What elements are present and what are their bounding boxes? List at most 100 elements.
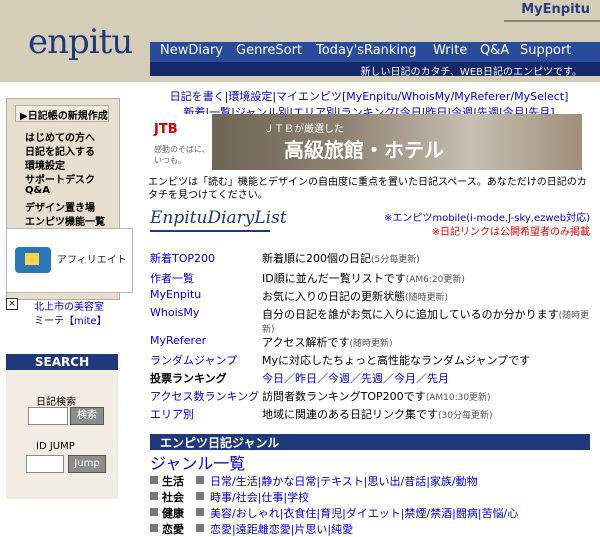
genre-name: 社会: [162, 491, 184, 504]
genre-row: 生活 日常/生活|静かな日常|テキスト|思い出/昔話|家族/動物: [150, 472, 590, 488]
nav-support[interactable]: Support: [520, 43, 571, 58]
genre-name: 生活: [162, 475, 184, 488]
menu-item-functions[interactable]: エンピツ機能一覧: [25, 213, 105, 228]
list-label[interactable]: エリア別: [150, 406, 194, 422]
myenpitu-label: MyEnpitu: [521, 2, 590, 17]
list-row: 投票ランキング 今日／昨日／今週／先週／今月／先月: [150, 370, 590, 386]
link-myenpitu-top[interactable]: マイエンピツ: [276, 90, 342, 103]
genre-title: ジャンル一覧: [150, 454, 246, 473]
bullet-icon: [150, 492, 158, 500]
menu-item-qa[interactable]: Q&A: [25, 185, 50, 196]
link-settings[interactable]: 環境設定: [228, 90, 272, 103]
search-button[interactable]: 検索: [70, 407, 104, 425]
banner-title-small: ＪＴＢが厳選した: [264, 124, 344, 135]
menu-head[interactable]: ▶日記帳の新規作成: [15, 105, 109, 122]
jtb-subtitle: 感動のそばに、いつも。: [154, 145, 210, 165]
genre-name: 恋愛: [162, 523, 184, 536]
nav-write[interactable]: Write: [433, 43, 467, 58]
list-text: 地域に関連のある日記リンク集です(30分毎更新): [262, 408, 493, 421]
id-jump-label: ID JUMP: [36, 441, 75, 452]
list-label[interactable]: MyEnpitu: [150, 288, 201, 301]
nav-qa[interactable]: Q&A: [480, 43, 509, 58]
jtb-logo: JTB: [154, 122, 178, 137]
list-row: アクセス数ランキング 訪問者数ランキングTOP200です(AM10:30更新): [150, 388, 590, 404]
search-header: SEARCH: [6, 354, 118, 370]
jump-button[interactable]: Jump: [68, 455, 106, 473]
link-write-diary[interactable]: 日記を書く: [170, 90, 225, 103]
list-label[interactable]: MyReferer: [150, 334, 206, 347]
site-logo[interactable]: enpitu: [28, 22, 133, 62]
menu-item-write[interactable]: 日記を記入する: [25, 143, 95, 158]
list-row: 新着TOP200 新着順に200個の日記(5分毎更新): [150, 250, 590, 266]
genre-links[interactable]: 美容/おしゃれ|衣食住|育児|ダイエット|禁煙/禁酒|闘病|苦悩/心: [210, 505, 518, 521]
affiliate-links: × 北上市の美容室 ミーテ【mite】: [6, 298, 131, 358]
tagline-text: 新しい日記のカタチ、WEB日記のエンピツです。: [360, 67, 582, 78]
list-row: ランダムジャンプ Myに対応したちょっと高性能なランダムジャンプです: [150, 352, 590, 368]
link-myselect[interactable]: MySelect]: [514, 90, 568, 103]
menu-item-design[interactable]: デザイン置き場: [25, 199, 95, 214]
nav-genresort[interactable]: GenreSort: [236, 43, 302, 58]
list-row: 作者一覧 ID順に並んだ一覧リストです(AM6:20更新): [150, 270, 590, 286]
list-text: 訪問者数ランキングTOP200です(AM10:30更新): [262, 390, 491, 403]
mobile-note: ※エンピツmobile(i-mode,J-sky,ezweb対応): [383, 213, 590, 224]
affiliate-link-mite[interactable]: ミーテ【mite】: [34, 312, 107, 327]
bullet-icon: [196, 508, 204, 516]
jtb-banner[interactable]: JTB 感動のそばに、いつも。 ＪＴＢが厳選した 高級旅館・ホテル: [144, 114, 582, 170]
jtb-logo-box: JTB 感動のそばに、いつも。: [144, 114, 212, 170]
list-row: WhoisMy 自分の日記を誰がお気に入りに追加しているのか分かります(随時更新…: [150, 306, 590, 335]
diary-search-input[interactable]: [28, 407, 68, 425]
list-label[interactable]: ランダムジャンプ: [150, 352, 237, 368]
list-text: アクセス解析です(随時更新): [262, 336, 393, 349]
genre-links[interactable]: 恋愛|遠距離恋愛|片思い|純愛: [210, 521, 353, 537]
link-note: ※日記リンクは公開希望者のみ掲載: [431, 227, 590, 238]
genre-links[interactable]: 時事/社会|仕事|学校: [210, 489, 309, 505]
sidebar: ▶日記帳の新規作成 はじめての方へ 日記を記入する 環境設定 サポートデスク Q…: [0, 82, 140, 517]
top-links-line1: 日記を書く|環境設定|マイエンピツ[MyEnpitu/WhoisMy/MyRef…: [169, 90, 569, 103]
list-row: エリア別 地域に関連のある日記リンク集です(30分毎更新): [150, 406, 590, 422]
list-text: ID順に並んだ一覧リストです(AM6:20更新): [262, 272, 465, 285]
diary-search-label: 日記検索: [36, 397, 76, 408]
list-label[interactable]: アクセス数ランキング: [150, 388, 259, 404]
list-label[interactable]: 作者一覧: [150, 270, 194, 286]
bullet-icon: [196, 492, 204, 500]
top-nav: NewDiary GenreSort Today'sRanking Write …: [150, 42, 600, 62]
bullet-icon: [150, 524, 158, 532]
id-jump-input[interactable]: [26, 455, 64, 473]
link-myenpitu[interactable]: [MyEnpitu: [342, 90, 398, 103]
menu-item-first[interactable]: はじめての方へ: [25, 129, 95, 144]
affiliate-link-salon[interactable]: 北上市の美容室: [34, 298, 104, 313]
menu-title: ▶日記帳の新規作成: [20, 111, 108, 122]
list-row: MyEnpitu お気に入りの日記の更新状態(随時更新): [150, 288, 590, 303]
list-label[interactable]: WhoisMy: [150, 306, 199, 319]
ranking-links[interactable]: 今日／昨日／今週／先週／今月／先月: [262, 370, 449, 386]
nav-newdiary[interactable]: NewDiary: [160, 43, 223, 58]
list-text: Myに対応したちょっと高性能なランダムジャンプです: [262, 354, 531, 367]
tagline: 新しい日記のカタチ、WEB日記のエンピツです。: [150, 62, 600, 78]
affiliate-icon: [15, 247, 51, 273]
list-label: 投票ランキング: [150, 372, 227, 385]
genre-links[interactable]: 日常/生活|静かな日常|テキスト|思い出/昔話|家族/動物: [210, 473, 478, 489]
menu-item-support[interactable]: サポートデスク: [25, 171, 95, 186]
genre-row: 恋愛 恋愛|遠距離恋愛|片思い|純愛: [150, 520, 590, 536]
menu-item-settings[interactable]: 環境設定: [25, 157, 65, 172]
bullet-icon: [150, 476, 158, 484]
list-row: MyReferer アクセス解析です(随時更新): [150, 334, 590, 349]
list-label[interactable]: 新着TOP200: [150, 250, 215, 266]
genre-bar: エンピツ日記ジャンル: [150, 434, 590, 450]
link-whoismy[interactable]: WhoisMy: [401, 90, 450, 103]
list-text: 自分の日記を誰がお気に入りに追加しているのか分かります(随時更新): [262, 308, 590, 335]
link-myreferer[interactable]: MyReferer: [454, 90, 510, 103]
affiliate-banner[interactable]: アフィリエイト: [6, 228, 133, 293]
search-title: SEARCH: [34, 355, 90, 369]
bullet-icon: [196, 476, 204, 484]
main-content: 日記を書く|環境設定|マイエンピツ[MyEnpitu/WhoisMy/MyRef…: [140, 82, 600, 536]
nav-todays-ranking[interactable]: Today'sRanking: [316, 43, 417, 58]
genre-bar-title: エンピツ日記ジャンル: [160, 436, 280, 450]
diary-list-title: EnpituDiaryList: [150, 208, 287, 232]
myenpitu-tag[interactable]: MyEnpitu: [504, 0, 600, 22]
close-icon[interactable]: ×: [6, 298, 18, 310]
header: enpitu MyEnpitu NewDiary GenreSort Today…: [0, 0, 600, 82]
affiliate-label: アフィリエイト: [57, 255, 127, 266]
bullet-icon: [196, 524, 204, 532]
genre-row: 社会 時事/社会|仕事|学校: [150, 488, 590, 504]
